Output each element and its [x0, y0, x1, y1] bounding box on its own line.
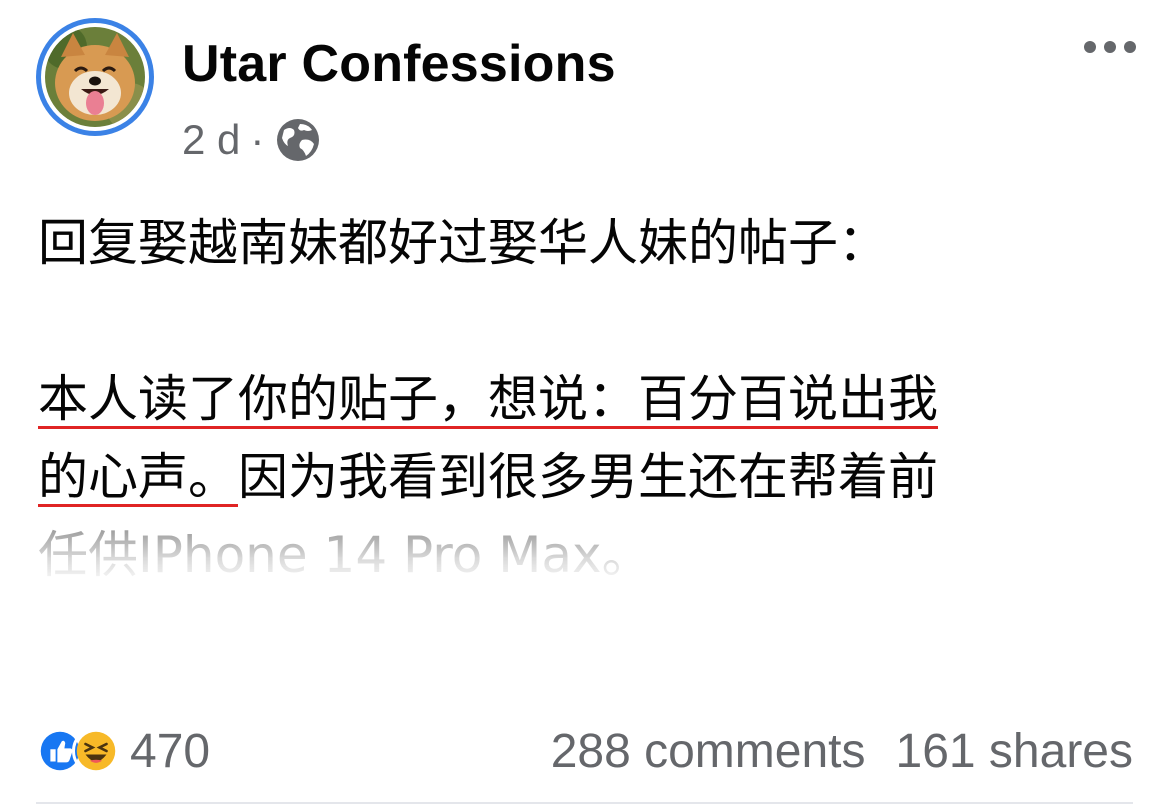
- post-text-segment: 因为我看到很多男生还在帮着前: [238, 448, 938, 506]
- post-line-2: 本人读了你的贴子，想说：百分百说出我: [38, 360, 1133, 438]
- avatar[interactable]: [36, 18, 154, 136]
- post-footer: 470 288 comments 161 shares: [36, 716, 1133, 786]
- reaction-count: 470: [130, 724, 211, 778]
- globe-icon[interactable]: [274, 116, 322, 164]
- post-line-3: 的心声。因为我看到很多男生还在帮着前: [38, 438, 1133, 516]
- post-body: 回复娶越南妹都好过娶华人妹的帖子： 本人读了你的贴子，想说：百分百说出我 的心声…: [38, 204, 1133, 594]
- more-options-icon[interactable]: [1084, 36, 1136, 58]
- post-line-1: 回复娶越南妹都好过娶华人妹的帖子：: [38, 214, 888, 272]
- underlined-text: 本人读了你的贴子，想说：百分百说出我: [38, 370, 938, 428]
- post-line-4-faded[interactable]: 任供IPhone 14 Pro Max。: [38, 516, 1133, 594]
- post-time[interactable]: 2 d: [182, 116, 240, 164]
- comments-count[interactable]: 288 comments: [551, 724, 866, 779]
- divider: [36, 802, 1133, 804]
- shiba-dog-avatar-icon: [45, 27, 145, 127]
- page-name[interactable]: Utar Confessions: [182, 34, 616, 94]
- shares-count[interactable]: 161 shares: [896, 724, 1134, 779]
- post-meta: 2 d ·: [182, 112, 322, 168]
- reactions-summary[interactable]: 470: [36, 724, 210, 779]
- haha-icon: [72, 727, 120, 775]
- meta-separator: ·: [250, 116, 265, 163]
- underlined-text: 的心声。: [38, 448, 238, 506]
